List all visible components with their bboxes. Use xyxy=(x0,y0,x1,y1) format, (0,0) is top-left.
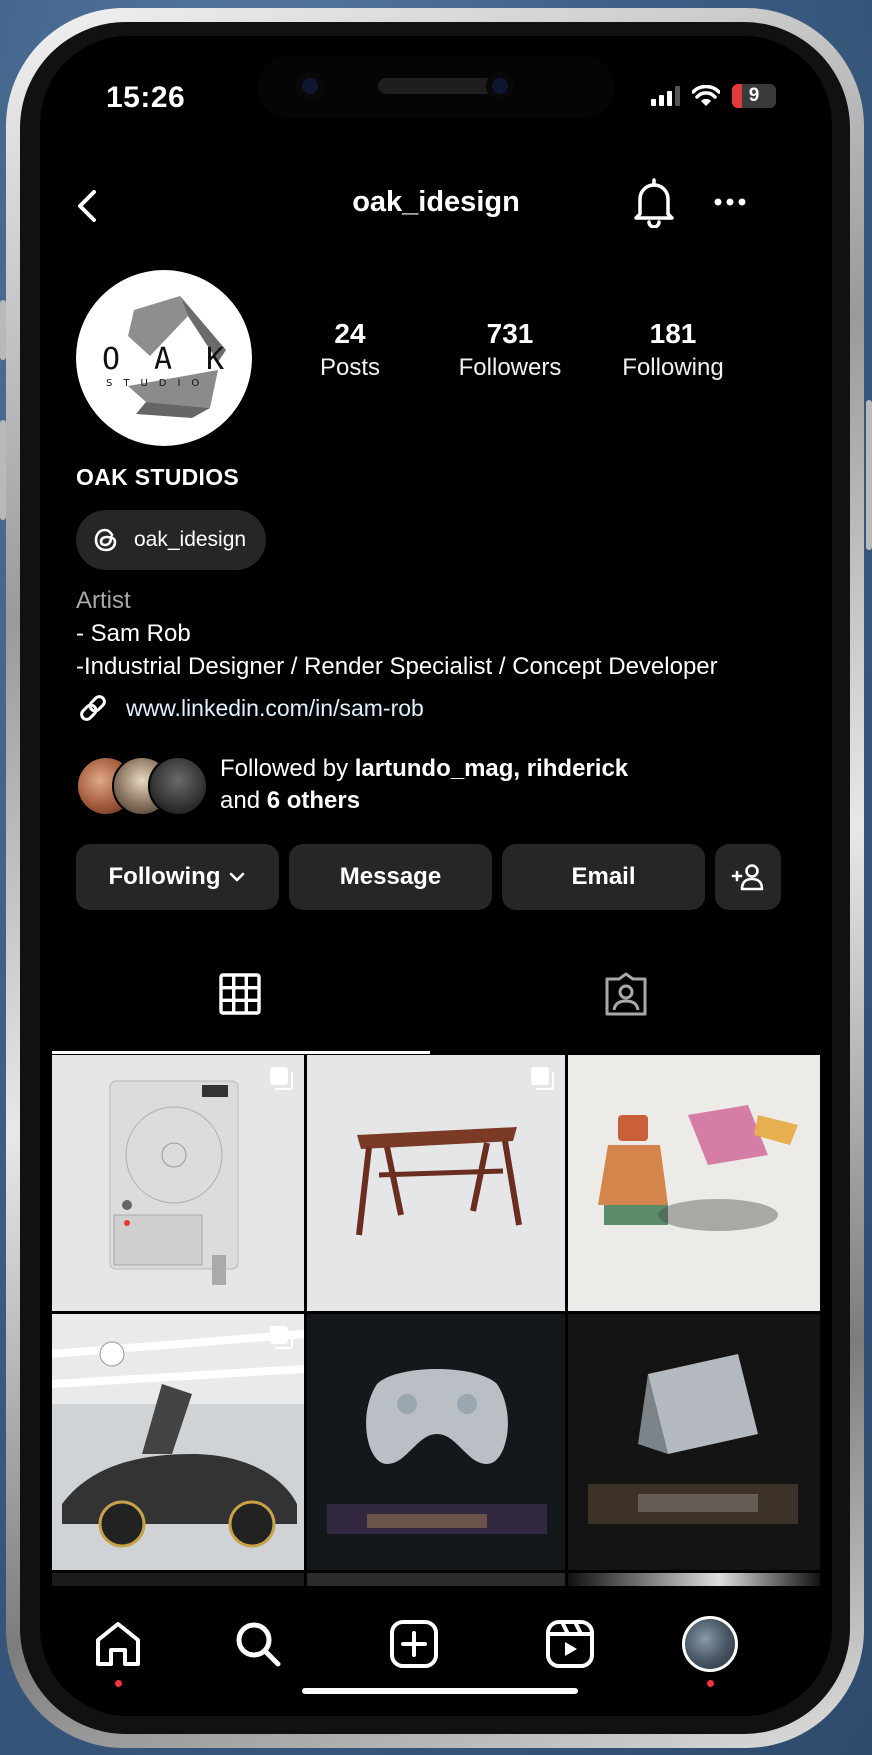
link-url: www.linkedin.com/in/sam-rob xyxy=(126,694,424,721)
chevron-down-icon xyxy=(230,872,245,882)
create-icon[interactable] xyxy=(386,1616,442,1672)
handheld-console-render-image xyxy=(588,1354,798,1524)
post-grid xyxy=(52,1055,820,1635)
multiple-posts-icon xyxy=(531,1067,554,1090)
action-buttons: Following Message Email xyxy=(76,844,781,910)
sensor xyxy=(486,72,514,100)
following-button-label: Following xyxy=(108,863,221,890)
glass-bottles-render-image xyxy=(598,1105,798,1231)
followed-by-and: and xyxy=(220,787,267,814)
stat-following-count: 181 xyxy=(649,318,697,349)
more-icon[interactable] xyxy=(710,184,750,220)
followed-by-prefix: Followed by xyxy=(220,755,355,782)
threads-icon xyxy=(94,528,117,552)
car-render-image xyxy=(52,1314,304,1548)
svg-text:K: K xyxy=(206,342,224,377)
following-button[interactable]: Following xyxy=(76,844,279,910)
battery-icon: 9 xyxy=(732,84,776,108)
post-thumbnail[interactable] xyxy=(568,1314,820,1570)
svg-text:A: A xyxy=(154,342,172,377)
link-icon xyxy=(80,695,106,721)
threads-badge[interactable]: oak_idesign xyxy=(76,510,267,570)
side-button-right xyxy=(866,400,872,550)
multiple-posts-icon xyxy=(270,1326,293,1349)
status-time: 15:26 xyxy=(106,81,186,114)
signal-icon xyxy=(651,86,680,106)
battery-level: 9 xyxy=(748,85,760,106)
message-button[interactable]: Message xyxy=(289,844,492,910)
wifi-icon xyxy=(692,85,720,106)
stat-posts-count: 24 xyxy=(334,318,366,349)
add-person-icon xyxy=(731,864,764,891)
oak-studio-logo: O A K STUDIO xyxy=(102,296,226,418)
mutual-followers-text: Followed by lartundo_mag, rihderick and … xyxy=(220,753,628,817)
avatar xyxy=(148,756,208,816)
followed-by-names: lartundo_mag, rihderick xyxy=(354,755,629,782)
controller-render-image xyxy=(327,1369,547,1534)
svg-text:STUDIO: STUDIO xyxy=(106,378,210,389)
profile-link[interactable]: www.linkedin.com/in/sam-rob xyxy=(76,691,424,725)
reels-icon[interactable] xyxy=(542,1616,598,1672)
stat-posts-label: Posts xyxy=(319,354,381,381)
stat-following[interactable]: 181 Following xyxy=(608,318,738,382)
bio: Artist - Sam Rob -Industrial Designer / … xyxy=(76,584,718,683)
grid-icon[interactable] xyxy=(218,971,262,1017)
email-button[interactable]: Email xyxy=(502,844,705,910)
side-button-left xyxy=(0,300,6,360)
stat-posts[interactable]: 24 Posts xyxy=(295,318,405,382)
post-thumbnail[interactable] xyxy=(307,1055,565,1311)
tagged-icon[interactable] xyxy=(604,971,648,1017)
post-thumbnail[interactable] xyxy=(568,1055,820,1311)
mutual-avatars xyxy=(76,756,208,816)
home-icon[interactable] xyxy=(90,1616,146,1672)
post-thumbnail[interactable] xyxy=(52,1314,304,1570)
multiple-posts-icon xyxy=(270,1067,293,1090)
bio-line: -Industrial Designer / Render Specialist… xyxy=(76,653,718,680)
status-icons: 9 xyxy=(651,84,776,108)
home-indicator[interactable] xyxy=(302,1688,578,1694)
post-thumbnail[interactable] xyxy=(307,1314,565,1570)
search-icon[interactable] xyxy=(230,1616,286,1672)
add-person-button[interactable] xyxy=(715,844,781,910)
message-button-label: Message xyxy=(339,863,442,890)
desk-render-image xyxy=(356,1127,522,1236)
stat-followers[interactable]: 731 Followers xyxy=(445,318,575,382)
mutual-followers[interactable]: Followed by lartundo_mag, rihderick and … xyxy=(76,753,628,817)
bottom-navigation xyxy=(40,1586,832,1716)
dynamic-island xyxy=(258,56,614,118)
followed-by-others: 6 others xyxy=(266,787,361,814)
post-thumbnail[interactable] xyxy=(52,1055,304,1311)
threads-handle: oak_idesign xyxy=(134,528,247,551)
stat-following-label: Following xyxy=(622,354,724,381)
device-render-image xyxy=(109,1080,239,1285)
side-button-left-lower xyxy=(0,420,6,520)
home-notification-dot xyxy=(115,1680,122,1687)
stat-followers-label: Followers xyxy=(458,354,562,381)
email-button-label: Email xyxy=(571,863,636,890)
display-name: OAK STUDIOS xyxy=(76,464,240,490)
bio-category: Artist xyxy=(76,587,131,614)
svg-text:O: O xyxy=(102,342,120,377)
profile-avatar[interactable]: O A K STUDIO xyxy=(76,270,252,446)
screen: 15:26 9 oak_idesign O A K STUDIO 24 Post… xyxy=(40,36,832,1716)
front-camera xyxy=(296,72,324,100)
stat-followers-count: 731 xyxy=(486,318,534,349)
speaker xyxy=(378,78,494,94)
profile-icon[interactable] xyxy=(682,1616,738,1672)
bio-line: - Sam Rob xyxy=(76,620,191,647)
bell-icon[interactable] xyxy=(630,176,678,228)
profile-notification-dot xyxy=(707,1680,714,1687)
active-tab-indicator xyxy=(52,1051,430,1054)
